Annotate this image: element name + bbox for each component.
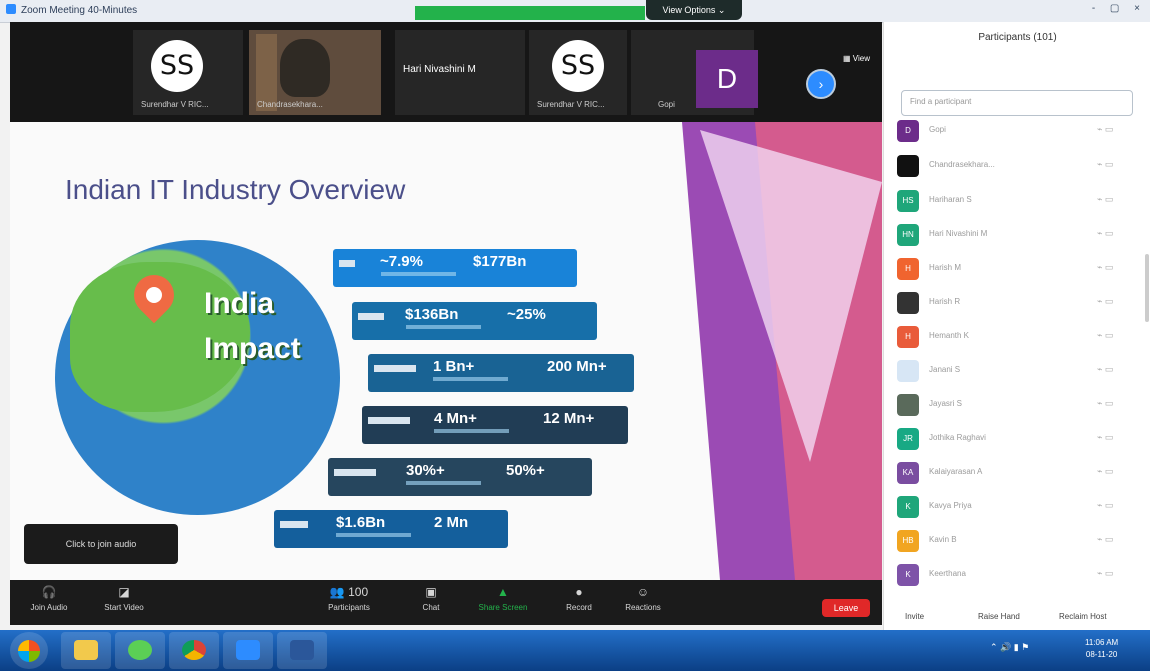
taskbar-zoom[interactable] [223,632,273,669]
view-options-button[interactable]: View Options ⌄ [646,0,742,20]
participant-row[interactable]: Harish R ⌁ ▭ [897,288,1137,318]
video-tile[interactable]: SS Surendhar V RIC... [133,30,243,115]
mic-muted-icon: ⌁ ▭ [1097,568,1114,578]
share-indicator-bar [415,6,645,20]
raise-hand-button[interactable]: Raise Hand [978,612,1020,621]
participants-button[interactable]: 👥 100 Participants [320,585,378,612]
window-controls[interactable]: - ▢ × [1092,3,1146,14]
mic-muted-icon: ⌁ ▭ [1097,262,1114,272]
participant-row[interactable]: Janani S ⌁ ▭ [897,356,1137,386]
participant-row[interactable]: HN Hari Nivashini M ⌁ ▭ [897,220,1137,250]
window-title: Zoom Meeting 40-Minutes [6,4,137,16]
document-icon [290,640,314,660]
participant-row[interactable]: H Hemanth K ⌁ ▭ [897,322,1137,352]
media-player-icon [128,640,152,660]
participant-row[interactable]: HB Kavin B ⌁ ▭ [897,526,1137,556]
video-tile[interactable]: SS Surendhar V RIC... [529,30,627,115]
avatar: SS [552,40,604,92]
avatar: D [696,50,758,108]
participant-scrollbar[interactable] [1145,254,1149,322]
mic-muted-icon: ⌁ ▭ [1097,500,1114,510]
mic-muted-icon: ⌁ ▭ [1097,228,1114,238]
mic-muted-icon: ⌁ ▭ [1097,296,1114,306]
mic-muted-icon: ⌁ ▭ [1097,330,1114,340]
reaction-icon: ☺ [636,585,650,599]
video-off-icon: ◪ [118,585,130,599]
taskbar-explorer[interactable] [61,632,111,669]
participants-panel: Participants (101) Find a participant DG… [883,22,1150,630]
search-input[interactable]: Find a participant [901,90,1133,116]
mic-muted-icon: ⌁ ▭ [1097,159,1114,169]
slide-title: Indian IT Industry Overview [65,174,406,205]
stat-card: 4 Mn+ 12 Mn+ [362,406,628,444]
participant-row[interactable]: K Kavya Priya ⌁ ▭ [897,492,1137,522]
participant-row[interactable]: JR Jothika Raghavi ⌁ ▭ [897,424,1137,454]
participant-row[interactable]: KA Kalaiyarasan A ⌁ ▭ [897,458,1137,488]
windows-taskbar: ⌃ 🔊 ▮ ⚑ 11:06 AM 08-11-20 [0,630,1150,671]
participant-row[interactable]: Jayasri S ⌁ ▭ [897,390,1137,420]
shared-screen: Indian IT Industry Overview India Impact… [10,122,882,580]
system-tray[interactable]: ⌃ 🔊 ▮ ⚑ [990,642,1029,653]
window-titlebar: Zoom Meeting 40-Minutes View Options ⌄ -… [0,0,1150,23]
leave-button[interactable]: Leave [822,599,870,617]
mic-muted-icon: ⌁ ▭ [1097,432,1114,442]
taskbar-word[interactable] [277,632,327,669]
view-button[interactable]: ▦ View [843,54,870,63]
stat-card: $1.6Bn 2 Mn [274,510,508,548]
share-screen-icon: ▲ [497,585,509,599]
impact-label: Impact [204,332,301,365]
india-label: India [204,287,275,320]
record-icon: ● [575,585,583,599]
folder-icon [74,640,98,660]
mic-muted-icon: ⌁ ▭ [1097,194,1114,204]
headphones-icon: 🎧 [41,585,57,599]
reclaim-host-button[interactable]: Reclaim Host [1059,612,1107,621]
participants-icon: 👥 100 [329,585,369,599]
stat-card: ~7.9% $177Bn [333,249,577,287]
record-button[interactable]: ● Record [550,585,608,612]
stat-card: 1 Bn+ 200 Mn+ [368,354,634,392]
taskbar-chrome[interactable] [169,632,219,669]
participants-title: Participants (101) [978,32,1057,43]
person-video-icon [280,39,330,97]
taskbar-media[interactable] [115,632,165,669]
invite-button[interactable]: Invite [905,612,924,621]
start-button[interactable] [10,632,48,669]
taskbar-clock[interactable]: 11:06 AM 08-11-20 [1085,637,1118,661]
audio-tooltip[interactable]: Click to join audio [24,524,178,564]
start-video-button[interactable]: ◪ Start Video [95,585,153,612]
avatar: SS [151,40,203,92]
reactions-button[interactable]: ☺ Reactions [614,585,672,612]
participant-row[interactable]: D Gopi ⌁ ▭ [897,116,1137,146]
stat-card: 30%+ 50%+ [328,458,592,496]
video-tile[interactable]: Chandrasekhara... [249,30,381,115]
chat-icon: ▣ [425,585,437,599]
participant-row[interactable]: K Keerthana ⌁ ▭ [897,560,1137,590]
stat-card: $136Bn ~25% [352,302,597,340]
mic-muted-icon: ⌁ ▭ [1097,466,1114,476]
participant-row[interactable]: H Harish M ⌁ ▭ [897,254,1137,284]
chat-button[interactable]: ▣ Chat [402,585,460,612]
chrome-icon [182,640,206,660]
zoom-logo-icon [6,4,16,14]
share-screen-button[interactable]: ▲ Share Screen [474,585,532,612]
windows-icon [18,640,40,662]
mic-muted-icon: ⌁ ▭ [1097,124,1114,134]
grid-view-icon: ▦ [843,54,851,63]
participant-row[interactable]: HS Hariharan S ⌁ ▭ [897,186,1137,216]
next-page-icon[interactable]: › [806,69,836,99]
meeting-toolbar: 🎧 Join Audio ◪ Start Video 👥 100 Participan… [10,580,882,625]
mic-muted-icon: ⌁ ▭ [1097,398,1114,408]
mic-muted-icon: ⌁ ▭ [1097,534,1114,544]
mic-muted-icon: ⌁ ▭ [1097,364,1114,374]
video-strip: SS Surendhar V RIC... Chandrasekhara... … [10,22,882,122]
video-tile[interactable]: Hari Nivashini M [395,30,525,115]
participant-row[interactable]: Chandrasekhara... ⌁ ▭ [897,151,1137,181]
zoom-icon [236,640,260,660]
join-audio-button[interactable]: 🎧 Join Audio [20,585,78,612]
